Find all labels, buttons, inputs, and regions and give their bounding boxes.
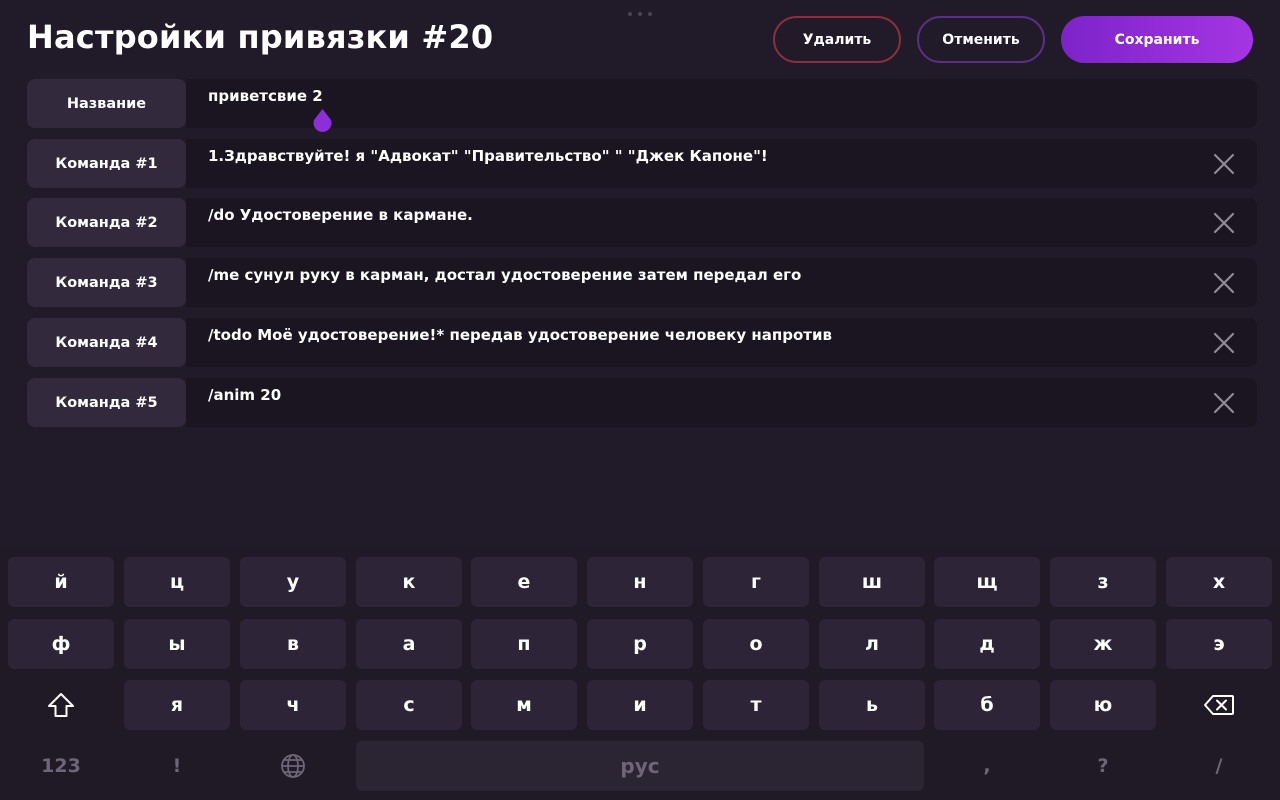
drag-handle[interactable] — [628, 12, 652, 16]
command-row-5: Команда #5 /anim 20 — [27, 378, 1257, 427]
page-title: Настройки привязки #20 — [27, 18, 494, 56]
key-letter[interactable]: ц — [124, 557, 230, 607]
command-field-4[interactable]: /todo Моё удостоверение!* передав удосто… — [186, 318, 1257, 367]
name-label: Название — [27, 79, 186, 128]
question-key[interactable]: ? — [1050, 741, 1156, 791]
key-letter[interactable]: г — [703, 557, 809, 607]
key-letter[interactable]: к — [356, 557, 462, 607]
command-label-1: Команда #1 — [27, 139, 186, 188]
key-letter[interactable]: и — [587, 680, 693, 730]
text-cursor-handle-icon[interactable] — [311, 108, 334, 133]
command-row-4: Команда #4 /todo Моё удостоверение!* пер… — [27, 318, 1257, 367]
key-letter[interactable]: у — [240, 557, 346, 607]
slash-key[interactable]: / — [1166, 741, 1272, 791]
command-value-5: /anim 20 — [208, 386, 282, 404]
key-letter[interactable]: б — [934, 680, 1040, 730]
key-letter[interactable]: т — [703, 680, 809, 730]
command-field-5[interactable]: /anim 20 — [186, 378, 1257, 427]
clear-icon[interactable] — [1213, 272, 1235, 294]
comma-key[interactable]: , — [934, 741, 1040, 791]
shift-key[interactable] — [8, 680, 114, 730]
command-row-3: Команда #3 /me сунул руку в карман, дост… — [27, 258, 1257, 307]
backspace-icon — [1204, 695, 1234, 715]
command-value-2: /do Удостоверение в кармане. — [208, 206, 473, 224]
command-field-3[interactable]: /me сунул руку в карман, достал удостове… — [186, 258, 1257, 307]
clear-icon[interactable] — [1213, 153, 1235, 175]
key-letter[interactable]: о — [703, 619, 809, 669]
key-letter[interactable]: д — [934, 619, 1040, 669]
numbers-key[interactable]: 123 — [8, 741, 114, 791]
command-label-3: Команда #3 — [27, 258, 186, 307]
on-screen-keyboard: й ц у к е н г ш щ з х ф ы в а п р о л д … — [0, 548, 1280, 800]
key-letter[interactable]: в — [240, 619, 346, 669]
key-letter[interactable]: н — [587, 557, 693, 607]
key-letter[interactable]: ш — [819, 557, 925, 607]
exclamation-key[interactable]: ! — [124, 741, 230, 791]
key-letter[interactable]: ф — [8, 619, 114, 669]
key-letter[interactable]: л — [819, 619, 925, 669]
key-letter[interactable]: ж — [1050, 619, 1156, 669]
clear-icon[interactable] — [1213, 212, 1235, 234]
command-value-1: 1.Здравствуйте! я "Адвокат" "Правительст… — [208, 147, 768, 165]
command-label-4: Команда #4 — [27, 318, 186, 367]
key-letter[interactable]: р — [587, 619, 693, 669]
language-key[interactable] — [240, 741, 346, 791]
command-row-1: Команда #1 1.Здравствуйте! я "Адвокат" "… — [27, 139, 1257, 188]
name-row: Название приветсвие 2 — [27, 79, 1257, 128]
key-letter[interactable]: е — [471, 557, 577, 607]
key-letter[interactable]: й — [8, 557, 114, 607]
key-letter[interactable]: ю — [1050, 680, 1156, 730]
key-letter[interactable]: м — [471, 680, 577, 730]
command-field-2[interactable]: /do Удостоверение в кармане. — [186, 198, 1257, 247]
name-value: приветсвие 2 — [208, 87, 323, 105]
globe-icon — [281, 754, 305, 778]
key-letter[interactable]: ь — [819, 680, 925, 730]
command-value-3: /me сунул руку в карман, достал удостове… — [208, 266, 802, 284]
key-letter[interactable]: а — [356, 619, 462, 669]
command-value-4: /todo Моё удостоверение!* передав удосто… — [208, 326, 832, 344]
key-letter[interactable]: щ — [934, 557, 1040, 607]
command-label-2: Команда #2 — [27, 198, 186, 247]
cancel-button[interactable]: Отменить — [917, 16, 1045, 63]
key-letter[interactable]: ы — [124, 619, 230, 669]
key-letter[interactable]: я — [124, 680, 230, 730]
name-field[interactable]: приветсвие 2 — [186, 79, 1257, 128]
command-row-2: Команда #2 /do Удостоверение в кармане. — [27, 198, 1257, 247]
key-letter[interactable]: п — [471, 619, 577, 669]
key-letter[interactable]: х — [1166, 557, 1272, 607]
key-letter[interactable]: с — [356, 680, 462, 730]
key-letter[interactable]: з — [1050, 557, 1156, 607]
shift-icon — [48, 693, 74, 717]
backspace-key[interactable] — [1166, 680, 1272, 730]
key-letter[interactable]: ч — [240, 680, 346, 730]
command-label-5: Команда #5 — [27, 378, 186, 427]
key-letter[interactable]: э — [1166, 619, 1272, 669]
clear-icon[interactable] — [1213, 332, 1235, 354]
delete-button[interactable]: Удалить — [773, 16, 901, 63]
save-button[interactable]: Сохранить — [1061, 16, 1253, 63]
clear-icon[interactable] — [1213, 392, 1235, 414]
command-field-1[interactable]: 1.Здравствуйте! я "Адвокат" "Правительст… — [186, 139, 1257, 188]
space-key[interactable]: рус — [356, 741, 924, 791]
